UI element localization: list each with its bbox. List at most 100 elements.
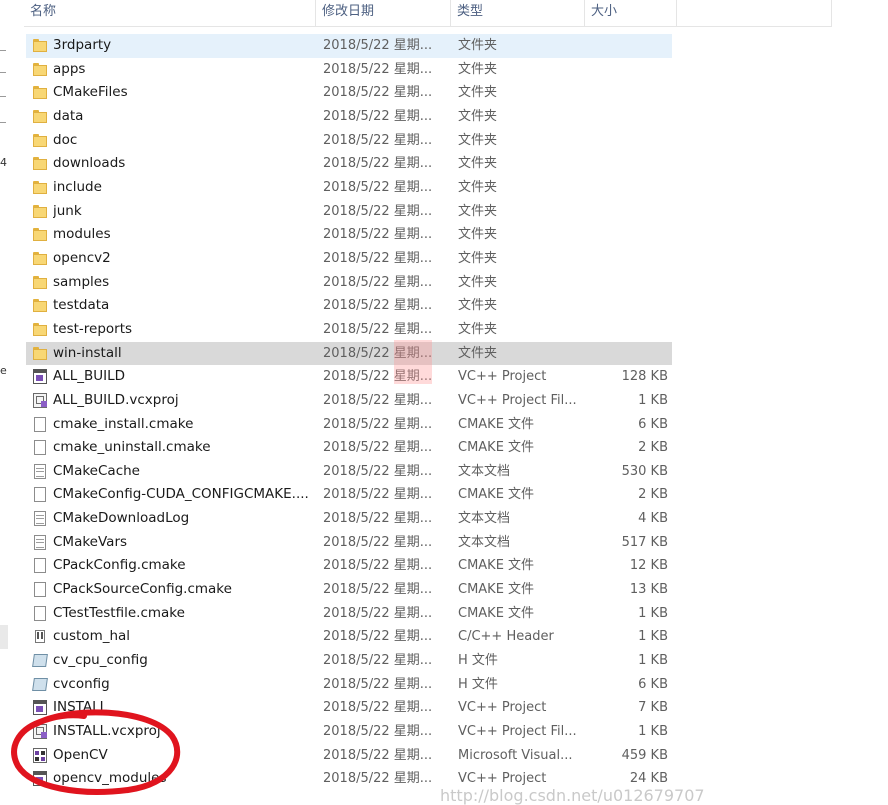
file-row[interactable]: ALL_BUILD 2018/5/22 星期... VC++ Project 128 … bbox=[26, 365, 672, 389]
file-type: CMAKE 文件 bbox=[458, 416, 535, 432]
file-row[interactable]: downloads 2018/5/22 星期... 文件夹 bbox=[26, 152, 672, 176]
column-header-type[interactable]: 类型 bbox=[451, 0, 585, 26]
file-modified-date: 2018/5/22 星期... bbox=[323, 416, 433, 432]
file-size: 7 KB bbox=[638, 700, 668, 716]
file-row[interactable]: cvconfig 2018/5/22 星期... H 文件 6 KB bbox=[26, 673, 672, 697]
file-modified-date: 2018/5/22 星期... bbox=[323, 250, 433, 266]
file-modified-date: 2018/5/22 星期... bbox=[323, 38, 433, 53]
file-row[interactable]: cmake_install.cmake 2018/5/22 星期... CMAKE … bbox=[26, 413, 672, 437]
file-row[interactable]: test-reports 2018/5/22 星期... 文件夹 bbox=[26, 318, 672, 342]
vcx-project-icon bbox=[32, 700, 48, 716]
folder-icon bbox=[32, 38, 48, 53]
file-name: doc bbox=[53, 131, 78, 148]
file-type: 文件夹 bbox=[458, 345, 498, 361]
file-row[interactable]: testdata 2018/5/22 星期... 文件夹 bbox=[26, 294, 672, 318]
file-name: INSTALL bbox=[53, 699, 108, 716]
folder-icon bbox=[32, 180, 48, 195]
file-type: 文件夹 bbox=[458, 203, 498, 219]
file-row[interactable]: CMakeConfig-CUDA_CONFIGCMAKE.... 2018/5/2… bbox=[26, 483, 672, 507]
file-row[interactable]: opencv2 2018/5/22 星期... 文件夹 bbox=[26, 247, 672, 271]
file-row[interactable]: CMakeFiles 2018/5/22 星期... 文件夹 bbox=[26, 81, 672, 105]
folder-icon bbox=[32, 227, 48, 242]
file-row[interactable]: modules 2018/5/22 星期... 文件夹 bbox=[26, 223, 672, 247]
file-name: modules bbox=[53, 226, 111, 243]
file-row[interactable]: custom_hal 2018/5/22 星期... C/C++ Header 1 K… bbox=[26, 625, 672, 649]
tree-expand-icon[interactable] bbox=[0, 122, 6, 123]
file-type: 文件夹 bbox=[458, 179, 498, 195]
vcx-project-icon bbox=[32, 771, 48, 787]
folder-icon bbox=[32, 322, 48, 337]
watermark-text: http://blog.csdn.net/u012679707 bbox=[440, 786, 705, 805]
file-row[interactable]: CMakeDownloadLog 2018/5/22 星期... 文本文档 4 KB bbox=[26, 507, 672, 531]
file-row[interactable]: samples 2018/5/22 星期... 文件夹 bbox=[26, 271, 672, 295]
file-row[interactable]: INSTALL 2018/5/22 星期... VC++ Project 7 KB bbox=[26, 696, 672, 720]
file-size: 1 KB bbox=[638, 653, 668, 669]
file-name: win-install bbox=[53, 344, 122, 361]
file-row[interactable]: CPackSourceConfig.cmake 2018/5/22 星期... CM… bbox=[26, 578, 672, 602]
column-header-modified[interactable]: 修改日期 bbox=[316, 0, 451, 26]
file-modified-date: 2018/5/22 星期... bbox=[323, 534, 433, 550]
file-row[interactable]: INSTALL.vcxproj 2018/5/22 星期... VC++ Proje… bbox=[26, 720, 672, 744]
file-row[interactable]: OpenCV 2018/5/22 星期... Microsoft Visual...… bbox=[26, 744, 672, 768]
file-row[interactable]: junk 2018/5/22 星期... 文件夹 bbox=[26, 200, 672, 224]
file-name: data bbox=[53, 107, 84, 124]
file-type: 文件夹 bbox=[458, 250, 498, 266]
file-size: 13 KB bbox=[629, 582, 668, 598]
file-modified-date: 2018/5/22 星期... bbox=[323, 156, 433, 172]
file-row[interactable]: CTestTestfile.cmake 2018/5/22 星期... CMAKE … bbox=[26, 602, 672, 626]
file-modified-date: 2018/5/22 星期... bbox=[323, 61, 433, 77]
file-type: 文件夹 bbox=[458, 298, 498, 314]
folder-icon bbox=[32, 109, 48, 124]
blank-file-icon bbox=[32, 558, 48, 574]
file-name: 3rdparty bbox=[53, 37, 112, 53]
file-name: include bbox=[53, 178, 102, 195]
file-row[interactable]: apps 2018/5/22 星期... 文件夹 bbox=[26, 58, 672, 82]
file-modified-date: 2018/5/22 星期... bbox=[323, 605, 433, 621]
file-row[interactable]: CPackConfig.cmake 2018/5/22 星期... CMAKE 文件… bbox=[26, 554, 672, 578]
tree-expand-icon[interactable] bbox=[0, 72, 6, 73]
file-type: 文件夹 bbox=[458, 321, 498, 337]
file-type: 文本文档 bbox=[458, 463, 511, 479]
file-size: 1 KB bbox=[638, 724, 668, 740]
c-header-icon bbox=[32, 629, 48, 644]
file-row[interactable]: ALL_BUILD.vcxproj 2018/5/22 星期... VC++ Pro… bbox=[26, 389, 672, 413]
solution-icon bbox=[32, 747, 48, 763]
cursor-highlight bbox=[394, 340, 432, 384]
file-type: VC++ Project bbox=[458, 369, 547, 385]
partial-row-text: · · · · · · · · · · · · · · · · · · · · … bbox=[53, 794, 280, 799]
file-name: CPackConfig.cmake bbox=[53, 557, 186, 574]
file-row[interactable]: cv_cpu_config 2018/5/22 星期... H 文件 1 KB bbox=[26, 649, 672, 673]
file-modified-date: 2018/5/22 星期... bbox=[323, 179, 433, 195]
file-modified-date: 2018/5/22 星期... bbox=[323, 132, 433, 148]
file-type: CMAKE 文件 bbox=[458, 487, 535, 503]
file-size: 2 KB bbox=[638, 487, 668, 503]
file-modified-date: 2018/5/22 星期... bbox=[323, 274, 433, 290]
file-row[interactable]: win-install 2018/5/22 星期... 文件夹 bbox=[26, 341, 672, 366]
vcx-project-icon bbox=[32, 369, 48, 385]
column-header-name[interactable]: 名称 bbox=[24, 0, 316, 26]
blank-file-icon bbox=[32, 440, 48, 456]
vcxproj-filters-icon bbox=[32, 724, 48, 740]
file-row[interactable]: doc 2018/5/22 星期... 文件夹 bbox=[26, 129, 672, 153]
file-row[interactable]: 3rdparty 2018/5/22 星期... 文件夹 bbox=[26, 34, 672, 58]
file-name: test-reports bbox=[53, 320, 133, 337]
nav-item-stub[interactable] bbox=[0, 625, 8, 649]
file-row[interactable]: CMakeVars 2018/5/22 星期... 文本文档 517 KB bbox=[26, 531, 672, 555]
file-row[interactable]: include 2018/5/22 星期... 文件夹 bbox=[26, 176, 672, 200]
file-row[interactable]: CMakeCache 2018/5/22 星期... 文本文档 530 KB bbox=[26, 460, 672, 484]
file-type: 文件夹 bbox=[458, 38, 498, 53]
file-modified-date: 2018/5/22 星期... bbox=[323, 747, 433, 763]
file-name: ALL_BUILD bbox=[53, 368, 126, 385]
file-type: 文件夹 bbox=[458, 132, 498, 148]
column-header-size[interactable]: 大小 bbox=[585, 0, 677, 26]
file-row[interactable]: data 2018/5/22 星期... 文件夹 bbox=[26, 105, 672, 129]
file-modified-date: 2018/5/22 星期... bbox=[323, 440, 433, 456]
text-file-icon bbox=[32, 511, 48, 527]
file-type: CMAKE 文件 bbox=[458, 605, 535, 621]
nav-fragment-text: 4 bbox=[0, 156, 7, 169]
file-row[interactable]: cmake_uninstall.cmake 2018/5/22 星期... CMAK… bbox=[26, 436, 672, 460]
file-modified-date: 2018/5/22 星期... bbox=[323, 511, 433, 527]
file-name: cv_cpu_config bbox=[53, 652, 148, 669]
tree-expand-icon[interactable] bbox=[0, 50, 6, 51]
tree-expand-icon[interactable] bbox=[0, 96, 6, 97]
